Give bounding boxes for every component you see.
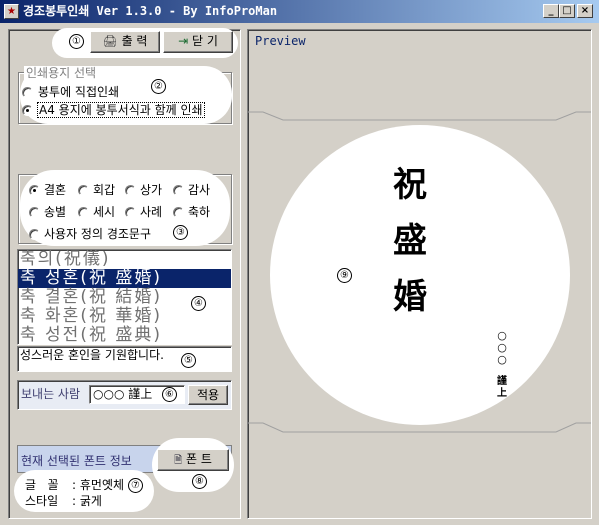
occasion-farewell-radio[interactable] xyxy=(29,207,40,218)
paper-legend: 인쇄용지 선택 xyxy=(24,66,99,80)
preview-sender-4: 謹 xyxy=(497,376,507,387)
exit-icon: ⇥ xyxy=(178,34,189,48)
font-header: 현재 선택된 폰트 정보 xyxy=(21,454,132,468)
close-button[interactable]: ⇥ 닫 기 xyxy=(163,31,233,53)
occasion-thanks-radio[interactable] xyxy=(173,185,184,196)
message-text: 성스러운 혼인을 기원합니다. xyxy=(20,348,164,362)
paper-option-a4-label: A4 용지에 봉투서식과 함께 인쇄 xyxy=(37,102,205,118)
apply-button[interactable]: 적용 xyxy=(188,385,228,405)
font-button-label: 폰 트 xyxy=(185,452,212,466)
preview-char-2: 盛 xyxy=(393,221,427,261)
preview-sender-3: ○ xyxy=(497,353,507,366)
phrase-item[interactable]: 축 성전(祝 盛典) xyxy=(18,326,231,345)
occasion-custom-label: 사용자 정의 경조문구 xyxy=(44,227,151,241)
occasion-newyear-radio[interactable] xyxy=(78,207,89,218)
phrase-item-selected[interactable]: 축 성혼(祝 盛婚) xyxy=(18,269,231,288)
sender-input-value: ○○○ 謹上 xyxy=(93,387,153,401)
marker-8: ⑧ xyxy=(192,474,207,489)
marker-6: ⑥ xyxy=(162,387,177,402)
font-style-value: : 굵게 xyxy=(72,494,102,508)
printer-icon: 🖨 xyxy=(102,34,118,48)
occasion-thanks-label: 감사 xyxy=(188,183,211,197)
font-face-value: : 휴먼옛체 xyxy=(72,478,125,492)
print-button-label: 출 력 xyxy=(121,34,148,48)
occasion-funeral-radio[interactable] xyxy=(125,185,136,196)
occasion-60th-radio[interactable] xyxy=(78,185,89,196)
occasion-wedding-radio[interactable] xyxy=(29,185,40,196)
phrase-item[interactable]: 축의(祝儀) xyxy=(18,250,231,269)
occasion-custom-radio[interactable] xyxy=(29,229,40,240)
minimize-button[interactable]: _ xyxy=(543,4,559,18)
sender-label: 보내는 사람 xyxy=(21,387,81,401)
print-button[interactable]: 🖨 출 력 xyxy=(90,31,160,53)
occasion-60th-label: 회갑 xyxy=(93,183,116,197)
marker-7: ⑦ xyxy=(128,478,143,493)
marker-5: ⑤ xyxy=(181,353,196,368)
preview-char-3: 婚 xyxy=(393,277,427,317)
preview-sender-5: 上 xyxy=(497,388,507,399)
font-button[interactable]: 🗎 폰 트 xyxy=(157,449,229,471)
marker-3: ③ xyxy=(173,225,188,240)
paper-option-a4-radio[interactable] xyxy=(22,105,33,116)
marker-4: ④ xyxy=(191,296,206,311)
marker-9: ⑨ xyxy=(337,268,352,283)
paper-option-envelope-radio[interactable] xyxy=(22,87,33,98)
preview-char-1: 祝 xyxy=(393,165,427,205)
window-title: 경조봉투인쇄 Ver 1.3.0 - By InfoProMan xyxy=(23,4,278,18)
marker-2: ② xyxy=(151,79,166,94)
occasion-newyear-label: 세시 xyxy=(93,205,116,219)
occasion-congrats-radio[interactable] xyxy=(173,207,184,218)
close-window-button[interactable]: × xyxy=(577,4,593,18)
occasion-funeral-label: 상가 xyxy=(140,183,163,197)
marker-1: ① xyxy=(69,34,84,49)
maximize-button[interactable]: □ xyxy=(559,4,575,18)
close-button-label: 닫 기 xyxy=(191,34,218,48)
font-style-label: 스타일 xyxy=(25,494,59,508)
occasion-farewell-label: 송별 xyxy=(44,205,67,219)
occasion-wedding-label: 결혼 xyxy=(44,183,67,197)
message-box[interactable]: 성스러운 혼인을 기원합니다. xyxy=(17,346,232,372)
paper-option-envelope-label: 봉투에 직접인쇄 xyxy=(38,85,120,99)
font-face-label: 글 꼴 xyxy=(25,478,59,492)
occasion-congrats-label: 축하 xyxy=(188,205,211,219)
occasion-reward-radio[interactable] xyxy=(125,207,136,218)
font-icon: 🗎 xyxy=(174,455,183,466)
app-icon: ★ xyxy=(4,4,19,19)
occasion-reward-label: 사례 xyxy=(140,205,163,219)
title-bar: ★ 경조봉투인쇄 Ver 1.3.0 - By InfoProMan _ □ × xyxy=(0,0,599,23)
